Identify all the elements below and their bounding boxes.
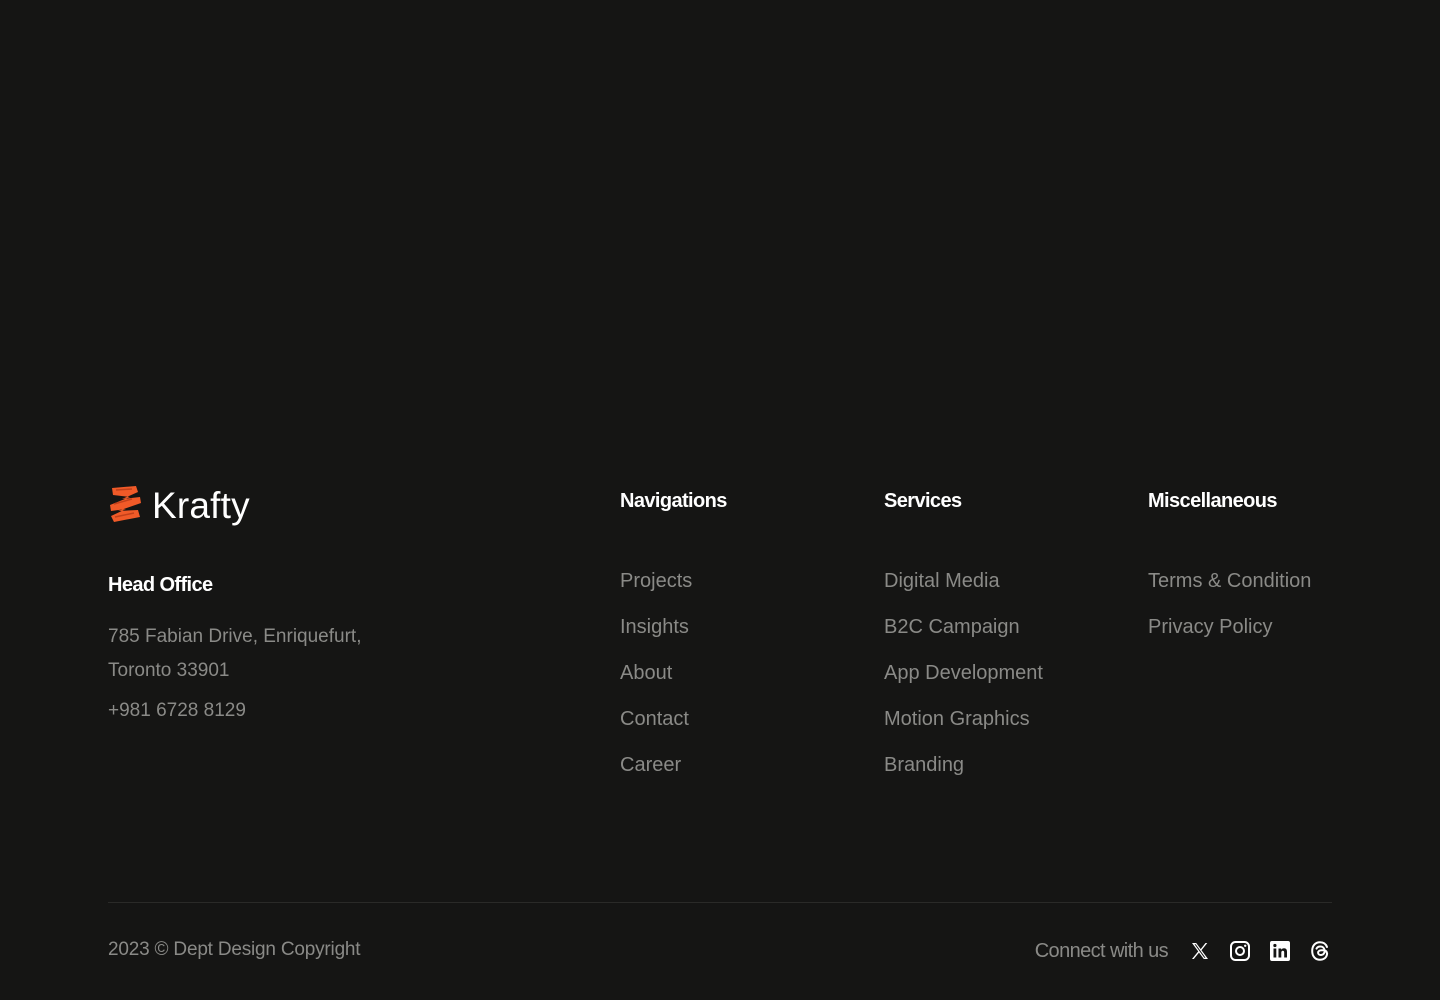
- nav-link-projects[interactable]: Projects: [620, 568, 727, 594]
- services-title: Services: [884, 490, 962, 512]
- office-address: 785 Fabian Drive, Enriquefurt, Toronto 3…: [108, 626, 362, 681]
- miscellaneous-title: Miscellaneous: [1148, 490, 1278, 512]
- service-link-motion-graphics[interactable]: Motion Graphics: [884, 706, 1043, 732]
- service-link-b2c-campaign[interactable]: B2C Campaign: [884, 614, 1043, 640]
- service-link-app-development[interactable]: App Development: [884, 660, 1043, 686]
- nav-link-contact[interactable]: Contact: [620, 706, 727, 732]
- brand[interactable]: Krafty: [108, 484, 250, 524]
- nav-link-career[interactable]: Career: [620, 752, 727, 778]
- misc-link-privacy[interactable]: Privacy Policy: [1148, 614, 1311, 640]
- x-twitter-icon[interactable]: [1188, 939, 1212, 963]
- services-list: Digital Media B2C Campaign App Developme…: [884, 568, 1043, 778]
- connect-label: Connect with us: [1034, 940, 1169, 962]
- footer-page: Krafty Head Office 785 Fabian Drive, Enr…: [0, 0, 1440, 1000]
- navigations-column: Navigations Projects Insights About Cont…: [620, 488, 727, 798]
- social-connect: Connect with us: [1035, 936, 1332, 966]
- navigations-list: Projects Insights About Contact Career: [620, 568, 727, 778]
- services-column: Services Digital Media B2C Campaign App …: [884, 488, 1043, 798]
- nav-link-insights[interactable]: Insights: [620, 614, 727, 640]
- navigations-title: Navigations: [620, 490, 727, 512]
- linkedin-icon[interactable]: [1268, 939, 1292, 963]
- brand-name: Krafty: [152, 484, 250, 526]
- threads-icon[interactable]: [1308, 939, 1332, 963]
- krafty-z-logo-icon: [110, 486, 141, 522]
- miscellaneous-column: Miscellaneous Terms & Condition Privacy …: [1148, 488, 1311, 660]
- head-office: Head Office 785 Fabian Drive, Enriquefur…: [108, 572, 408, 726]
- service-link-digital-media[interactable]: Digital Media: [884, 568, 1043, 594]
- nav-link-about[interactable]: About: [620, 660, 727, 686]
- copyright-text: 2023 © Dept Design Copyright: [108, 939, 361, 960]
- service-link-branding[interactable]: Branding: [884, 752, 1043, 778]
- miscellaneous-list: Terms & Condition Privacy Policy: [1148, 568, 1311, 640]
- head-office-title: Head Office: [108, 574, 213, 596]
- office-phone[interactable]: +981 6728 8129: [108, 696, 408, 726]
- misc-link-terms[interactable]: Terms & Condition: [1148, 568, 1311, 594]
- footer-divider: [108, 902, 1332, 903]
- instagram-icon[interactable]: [1228, 939, 1252, 963]
